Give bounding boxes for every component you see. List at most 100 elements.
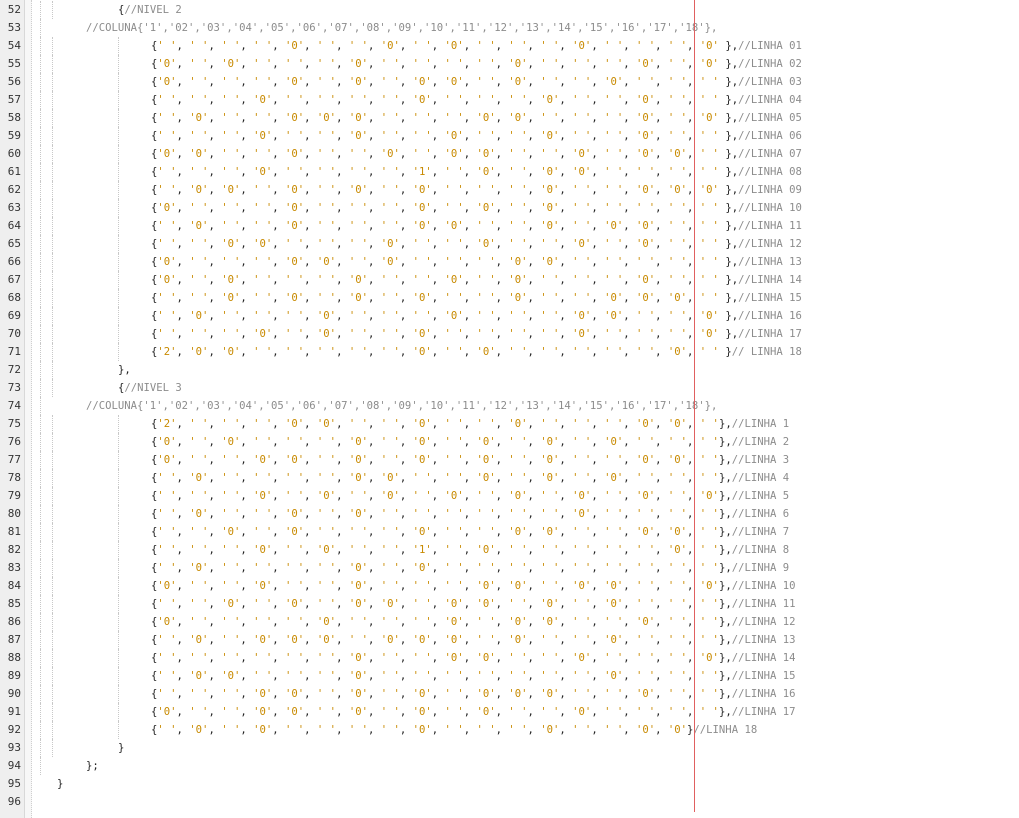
punctuation: ,: [399, 490, 413, 502]
code-line[interactable]: 92 {' ', '0', ' ', '0', ' ', ' ', ' ', ' …: [0, 721, 1019, 739]
code-text[interactable]: };: [86, 757, 99, 775]
code-text[interactable]: {' ', ' ', ' ', '0', ' ', '0', ' ', ' ',…: [151, 325, 802, 343]
code-line[interactable]: 85 {' ', ' ', '0', ' ', '0', ' ', '0', '0…: [0, 595, 1019, 613]
punctuation: },: [725, 202, 739, 214]
code-line[interactable]: 83 {' ', '0', ' ', ' ', ' ', ' ', '0', ' …: [0, 559, 1019, 577]
code-text[interactable]: {' ', '0', ' ', ' ', '0', ' ', ' ', ' ',…: [151, 217, 802, 235]
code-line[interactable]: 95}: [0, 775, 1019, 793]
string-literal: ' ': [253, 436, 273, 448]
code-line[interactable]: 58 {' ', '0', ' ', ' ', '0', '0', '0', ' …: [0, 109, 1019, 127]
code-text[interactable]: {'0', ' ', ' ', ' ', ' ', '0', ' ', ' ',…: [151, 613, 795, 631]
code-line[interactable]: 61 {' ', ' ', ' ', '0', ' ', ' ', ' ', ' …: [0, 163, 1019, 181]
code-text[interactable]: {'2', '0', '0', ' ', ' ', ' ', ' ', ' ',…: [151, 343, 802, 361]
code-line[interactable]: 63 {'0', ' ', ' ', ' ', '0', ' ', ' ', ' …: [0, 199, 1019, 217]
code-line[interactable]: 82 {' ', ' ', ' ', '0', ' ', '0', ' ', ' …: [0, 541, 1019, 559]
code-text[interactable]: {' ', ' ', ' ', '0', ' ', ' ', '0', ' ',…: [151, 127, 802, 145]
string-literal: ' ': [221, 706, 241, 718]
code-text[interactable]: {'0', '0', ' ', ' ', '0', ' ', ' ', '0',…: [151, 145, 802, 163]
code-line[interactable]: 60 {'0', '0', ' ', ' ', '0', ' ', ' ', '0…: [0, 145, 1019, 163]
code-text[interactable]: {' ', '0', ' ', '0', '0', '0', ' ', '0',…: [151, 631, 795, 649]
code-line[interactable]: 93}: [0, 739, 1019, 757]
code-text[interactable]: {' ', '0', ' ', ' ', ' ', '0', ' ', ' ',…: [151, 307, 802, 325]
code-text[interactable]: {'0', ' ', ' ', ' ', '0', ' ', ' ', ' ',…: [151, 199, 802, 217]
code-text[interactable]: {' ', ' ', '0', ' ', '0', ' ', '0', '0',…: [151, 595, 795, 613]
code-text[interactable]: {' ', '0', ' ', ' ', '0', '0', '0', ' ',…: [151, 109, 802, 127]
code-line[interactable]: 78 {' ', '0', ' ', ' ', ' ', ' ', '0', '0…: [0, 469, 1019, 487]
code-line[interactable]: 68 {' ', ' ', '0', ' ', '0', ' ', '0', ' …: [0, 289, 1019, 307]
string-literal: '0': [253, 580, 273, 592]
code-line[interactable]: 53//COLUNA{'1','02','03','04','05','06',…: [0, 19, 1019, 37]
code-text[interactable]: {' ', ' ', ' ', ' ', ' ', ' ', '0', ' ',…: [151, 649, 795, 667]
code-line[interactable]: 89 {' ', '0', '0', ' ', ' ', ' ', '0', ' …: [0, 667, 1019, 685]
code-line[interactable]: 90 {' ', ' ', ' ', '0', '0', ' ', '0', ' …: [0, 685, 1019, 703]
code-line[interactable]: 79 {' ', ' ', ' ', '0', ' ', '0', ' ', '0…: [0, 487, 1019, 505]
code-line[interactable]: 56 {'0', ' ', ' ', ' ', '0', ' ', '0', ' …: [0, 73, 1019, 91]
code-line[interactable]: 76 {'0', ' ', '0', ' ', ' ', ' ', '0', ' …: [0, 433, 1019, 451]
code-text[interactable]: {' ', '0', ' ', '0', ' ', ' ', ' ', ' ',…: [151, 721, 757, 739]
code-line[interactable]: 84 {'0', ' ', ' ', '0', ' ', ' ', '0', ' …: [0, 577, 1019, 595]
code-text[interactable]: //COLUNA{'1','02','03','04','05','06','0…: [86, 397, 717, 415]
punctuation: ,: [431, 490, 445, 502]
code-text[interactable]: //COLUNA{'1','02','03','04','05','06','0…: [86, 19, 717, 37]
code-line[interactable]: 72},: [0, 361, 1019, 379]
code-line[interactable]: 77 {'0', ' ', ' ', '0', '0', ' ', '0', ' …: [0, 451, 1019, 469]
string-literal: ' ': [444, 688, 464, 700]
punctuation: },: [718, 508, 732, 520]
code-line[interactable]: 57 {' ', ' ', ' ', '0', ' ', ' ', ' ', ' …: [0, 91, 1019, 109]
code-line[interactable]: 91 {'0', ' ', ' ', '0', '0', ' ', '0', ' …: [0, 703, 1019, 721]
code-text[interactable]: {'0', ' ', '0', ' ', ' ', ' ', '0', ' ',…: [151, 271, 802, 289]
code-line[interactable]: 54 {' ', ' ', ' ', ' ', '0', ' ', ' ', '0…: [0, 37, 1019, 55]
code-line[interactable]: 80 {' ', '0', ' ', ' ', '0', ' ', '0', ' …: [0, 505, 1019, 523]
code-line[interactable]: 65 {' ', ' ', '0', '0', ' ', ' ', ' ', '0…: [0, 235, 1019, 253]
code-text[interactable]: {'0', ' ', ' ', '0', ' ', ' ', '0', ' ',…: [151, 577, 795, 595]
code-text[interactable]: {' ', ' ', ' ', ' ', '0', ' ', ' ', '0',…: [151, 37, 802, 55]
code-text[interactable]: {'0', ' ', ' ', '0', '0', ' ', '0', ' ',…: [151, 703, 795, 721]
code-text[interactable]: {' ', ' ', '0', '0', ' ', ' ', ' ', '0',…: [151, 235, 802, 253]
code-text[interactable]: }: [118, 739, 124, 757]
code-text[interactable]: {//NIVEL 3: [118, 379, 182, 397]
code-line[interactable]: 55 {'0', ' ', '0', ' ', ' ', ' ', '0', ' …: [0, 55, 1019, 73]
code-line[interactable]: 73 {//NIVEL 3: [0, 379, 1019, 397]
code-text[interactable]: },: [118, 361, 131, 379]
code-line[interactable]: 67 {'0', ' ', '0', ' ', ' ', ' ', '0', ' …: [0, 271, 1019, 289]
code-line[interactable]: 59 {' ', ' ', ' ', '0', ' ', ' ', '0', ' …: [0, 127, 1019, 145]
string-literal: ' ': [253, 562, 273, 574]
punctuation: ,: [655, 346, 668, 358]
code-line[interactable]: 62 {' ', '0', '0', ' ', '0', ' ', '0', ' …: [0, 181, 1019, 199]
line-number: 85: [7, 597, 21, 610]
string-literal: ' ': [221, 40, 241, 52]
punctuation: ,: [304, 670, 317, 682]
code-line[interactable]: 66 {'0', ' ', ' ', ' ', '0', '0', ' ', '0…: [0, 253, 1019, 271]
code-text[interactable]: {' ', ' ', ' ', '0', '0', ' ', '0', ' ',…: [151, 685, 795, 703]
code-text[interactable]: }: [57, 775, 63, 793]
code-line[interactable]: 86 {'0', ' ', ' ', ' ', ' ', '0', ' ', ' …: [0, 613, 1019, 631]
code-text[interactable]: {' ', ' ', ' ', '0', ' ', ' ', ' ', ' ',…: [151, 163, 802, 181]
string-literal: ' ': [667, 616, 688, 628]
code-line[interactable]: 96: [0, 793, 1019, 811]
code-line[interactable]: 74//COLUNA{'1','02','03','04','05','06',…: [0, 397, 1019, 415]
code-text[interactable]: {'0', ' ', ' ', ' ', '0', ' ', '0', ' ',…: [151, 73, 802, 91]
punctuation: ,: [272, 94, 286, 106]
code-line[interactable]: 75 {'2', ' ', ' ', ' ', '0', '0', ' ', ' …: [0, 415, 1019, 433]
code-text[interactable]: {' ', ' ', ' ', '0', ' ', ' ', ' ', ' ',…: [151, 91, 802, 109]
code-line[interactable]: 81 {' ', ' ', '0', ' ', '0', ' ', ' ', ' …: [0, 523, 1019, 541]
code-line[interactable]: 87 {' ', '0', ' ', '0', '0', '0', ' ', '0…: [0, 631, 1019, 649]
punctuation: ,: [527, 526, 541, 538]
code-text[interactable]: {' ', ' ', '0', ' ', '0', ' ', '0', ' ',…: [151, 289, 802, 307]
code-text[interactable]: {' ', '0', '0', ' ', '0', ' ', '0', ' ',…: [151, 181, 802, 199]
code-line[interactable]: 88 {' ', ' ', ' ', ' ', ' ', ' ', '0', ' …: [0, 649, 1019, 667]
string-literal: ' ': [540, 346, 560, 358]
punctuation: ,: [495, 184, 509, 196]
string-literal: '1': [412, 544, 432, 556]
code-editor[interactable]: 52 {//NIVEL 2 53//COLUNA{'1','02','03','04…: [0, 0, 1019, 818]
code-text[interactable]: {' ', '0', '0', ' ', ' ', ' ', '0', ' ',…: [151, 667, 795, 685]
code-text[interactable]: {'0', ' ', ' ', ' ', '0', '0', ' ', '0',…: [151, 253, 802, 271]
code-text[interactable]: {//NIVEL 2: [118, 1, 182, 19]
code-line[interactable]: 69 {' ', '0', ' ', ' ', ' ', '0', ' ', ' …: [0, 307, 1019, 325]
code-line[interactable]: 52 {//NIVEL 2: [0, 1, 1019, 19]
code-line[interactable]: 94};: [0, 757, 1019, 775]
code-line[interactable]: 71 {'2', '0', '0', ' ', ' ', ' ', ' ', ' …: [0, 343, 1019, 361]
code-text[interactable]: {'0', ' ', '0', ' ', ' ', ' ', '0', ' ',…: [151, 55, 802, 73]
code-line[interactable]: 64 {' ', '0', ' ', ' ', '0', ' ', ' ', ' …: [0, 217, 1019, 235]
code-line[interactable]: 70 {' ', ' ', ' ', '0', ' ', '0', ' ', ' …: [0, 325, 1019, 343]
